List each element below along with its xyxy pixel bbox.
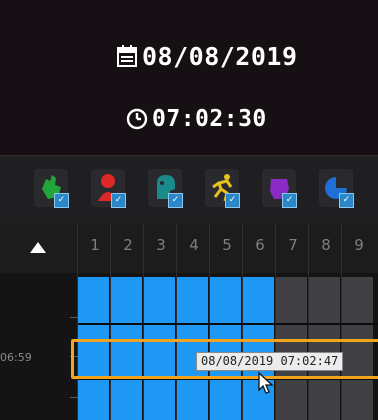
channel-4-label[interactable]: 4 xyxy=(177,236,211,254)
grid-divider xyxy=(308,223,309,420)
channel-header-row: 1 2 3 4 5 6 7 8 9 xyxy=(0,223,378,273)
event-filter-bar: ✓ ✓ ✓ ✓ ✓ ✓ xyxy=(0,155,378,225)
check-icon: ✓ xyxy=(168,193,183,208)
mouse-pointer-icon xyxy=(258,371,274,394)
grid-row-divider xyxy=(78,323,378,325)
time-tick xyxy=(70,317,78,318)
object-filter-button[interactable]: ✓ xyxy=(262,169,297,208)
channel-7-label[interactable]: 7 xyxy=(276,236,310,254)
scroll-up-icon[interactable] xyxy=(30,242,46,253)
grid-divider xyxy=(77,223,78,420)
channel-9-label[interactable]: 9 xyxy=(342,236,376,254)
face-filter-button[interactable]: ✓ xyxy=(148,169,183,208)
datetime-header: 08/08/2019 07:02:30 xyxy=(0,0,378,155)
grid-divider xyxy=(110,223,111,420)
time-value: 07:02:30 xyxy=(152,106,267,132)
channel-6-label[interactable]: 6 xyxy=(243,236,277,254)
grid-divider xyxy=(209,223,210,420)
date-value: 08/08/2019 xyxy=(142,41,298,71)
check-icon: ✓ xyxy=(111,193,126,208)
date-display[interactable]: 08/08/2019 xyxy=(116,40,298,72)
time-axis-label: 06:59 xyxy=(0,351,32,364)
time-tick xyxy=(70,397,78,398)
check-icon: ✓ xyxy=(339,193,354,208)
grid-divider xyxy=(341,223,342,420)
grid-divider xyxy=(242,223,243,420)
hover-timestamp-tooltip: 08/08/2019 07:02:47 xyxy=(196,352,344,371)
channel-2-label[interactable]: 2 xyxy=(111,236,145,254)
check-icon: ✓ xyxy=(54,193,69,208)
channel-8-label[interactable]: 8 xyxy=(309,236,343,254)
channel-3-label[interactable]: 3 xyxy=(144,236,178,254)
tracking-filter-button[interactable]: ✓ xyxy=(319,169,354,208)
grid-divider xyxy=(143,223,144,420)
alarm-filter-button[interactable]: ✓ xyxy=(91,169,126,208)
intrusion-filter-button[interactable]: ✓ xyxy=(205,169,240,208)
channel-1-label[interactable]: 1 xyxy=(78,236,112,254)
calendar-icon xyxy=(117,45,137,67)
check-icon: ✓ xyxy=(282,193,297,208)
check-icon: ✓ xyxy=(225,193,240,208)
clock-icon xyxy=(126,108,148,130)
time-display[interactable]: 07:02:30 xyxy=(126,103,267,135)
channel-5-label[interactable]: 5 xyxy=(210,236,244,254)
grid-divider xyxy=(176,223,177,420)
motion-filter-button[interactable]: ✓ xyxy=(34,169,69,208)
playback-timeline[interactable]: 1 2 3 4 5 6 7 8 9 06:59 08/08/2019 07:02… xyxy=(0,223,378,420)
